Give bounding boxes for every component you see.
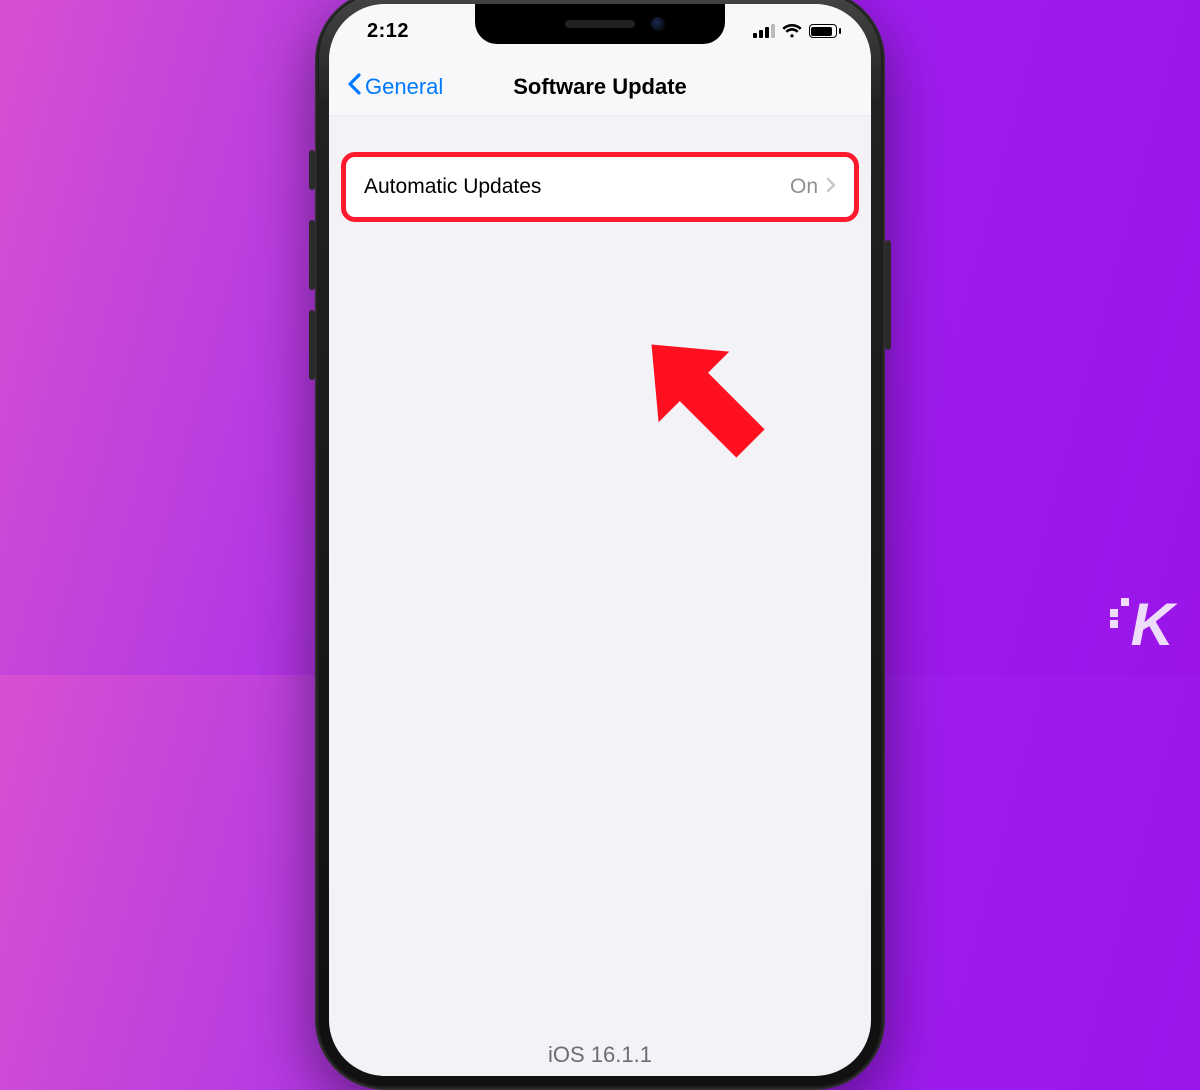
phone-frame: 2:12 General Softwar [315, 0, 885, 1090]
ios-version-label: iOS 16.1.1 [329, 1042, 871, 1068]
automatic-updates-row[interactable]: Automatic Updates On [346, 157, 854, 217]
watermark-logo: K [1110, 590, 1172, 659]
power-button [885, 240, 891, 350]
battery-icon [809, 24, 842, 38]
watermark-dots-icon [1110, 598, 1129, 628]
row-value: On [790, 175, 818, 199]
chevron-left-icon [347, 73, 361, 101]
cellular-signal-icon [753, 24, 775, 38]
mute-switch [309, 150, 315, 190]
volume-down-button [309, 310, 315, 380]
back-button[interactable]: General [339, 67, 451, 107]
watermark-letter: K [1131, 590, 1172, 659]
volume-up-button [309, 220, 315, 290]
front-camera [651, 17, 665, 31]
content-area: Automatic Updates On [329, 116, 871, 222]
annotation-arrow-icon [611, 304, 791, 484]
chevron-right-icon [826, 175, 836, 199]
nav-bar: General Software Update [329, 58, 871, 116]
annotation-highlight: Automatic Updates On [341, 152, 859, 222]
back-label: General [365, 74, 443, 100]
speaker-grille [565, 20, 635, 28]
status-time: 2:12 [367, 20, 409, 43]
phone-screen: 2:12 General Softwar [329, 4, 871, 1076]
notch [475, 4, 725, 44]
row-label: Automatic Updates [364, 175, 541, 199]
wifi-icon [782, 24, 802, 39]
